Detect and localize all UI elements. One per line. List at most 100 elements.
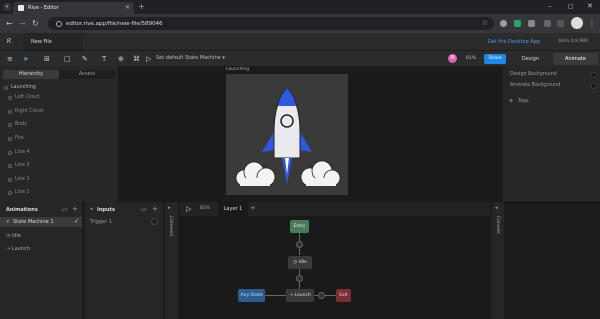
desktop-app-link[interactable]: Get the Desktop App <box>488 39 540 45</box>
state-machine-graph[interactable] <box>180 202 490 319</box>
extension-green-icon[interactable] <box>514 20 521 27</box>
expand-icon[interactable]: ◂ <box>495 205 498 211</box>
pen-tool-icon[interactable]: ✎ <box>82 55 88 63</box>
visibility-icon[interactable] <box>8 95 12 100</box>
file-tab[interactable]: New File <box>23 33 83 50</box>
transition-node-icon[interactable] <box>318 292 325 299</box>
listeners-label[interactable]: Listeners <box>168 216 173 236</box>
minimize-icon[interactable]: – <box>548 2 552 10</box>
play-icon[interactable]: ▷ <box>186 205 191 213</box>
visibility-icon[interactable] <box>8 163 12 168</box>
any-state-node[interactable]: Any State <box>238 289 265 302</box>
trigger-button[interactable] <box>151 218 158 225</box>
bones-icon[interactable]: ⌘ <box>133 55 140 63</box>
new-tab-button[interactable]: + <box>138 2 145 11</box>
hierarchy-item[interactable]: Line 1 <box>8 190 30 195</box>
menu-icon[interactable]: ≡ <box>7 55 13 63</box>
url-input[interactable]: editor.rive.app/file/new-file/589046 ☆ <box>48 17 494 30</box>
hierarchy-item[interactable]: Line 3 <box>8 163 30 168</box>
design-background-swatch[interactable] <box>591 72 597 78</box>
check-icon: ✓ <box>74 218 80 225</box>
animate-mode-button[interactable]: Animate <box>553 53 598 65</box>
close-tab-icon[interactable]: ✕ <box>125 4 130 11</box>
hierarchy-item[interactable]: Fire <box>8 136 24 141</box>
graph-toolbar: ▷ 82% Layer 1 + <box>180 202 490 216</box>
collapse-icon[interactable]: ◂ <box>90 206 93 212</box>
visibility-icon[interactable] <box>8 109 12 114</box>
entry-node[interactable]: Entry <box>290 220 309 233</box>
rive-file-tabs: ᖇ New File Get the Desktop App Beta 0.8.… <box>0 33 600 50</box>
menu-dots-icon[interactable]: ⋮ <box>588 18 596 27</box>
animations-panel: Animations ▭ + ⚡ State Machine 1 ✓ ◷ Idl… <box>0 202 82 319</box>
url-text: editor.rive.app/file/new-file/589046 <box>66 20 163 27</box>
transition-node-icon[interactable] <box>296 275 303 282</box>
visibility-icon[interactable] <box>8 136 12 141</box>
folder-icon[interactable]: ▭ <box>62 206 68 213</box>
profile-avatar[interactable] <box>571 17 583 29</box>
visibility-icon[interactable] <box>4 85 8 90</box>
sidebar-icon[interactable] <box>557 20 564 27</box>
zoom-level[interactable]: 81% <box>466 56 476 61</box>
hierarchy-item[interactable]: Body <box>8 122 27 127</box>
tab-search-icon[interactable]: ▾ <box>3 3 11 11</box>
share-button[interactable]: Share <box>484 54 506 64</box>
animation-item-selected[interactable]: ⚡ State Machine 1 ✓ <box>0 217 82 227</box>
animation-item[interactable]: ⇢ Launch <box>6 246 30 252</box>
console-label[interactable]: Console <box>495 216 500 234</box>
rive-logo-icon[interactable]: ᖇ <box>7 37 11 46</box>
extension-icon[interactable] <box>500 20 507 27</box>
frame-tool-icon[interactable]: ⊞ <box>44 55 50 63</box>
design-mode-button[interactable]: Design <box>508 53 553 65</box>
back-icon[interactable]: ← <box>6 19 13 28</box>
hierarchy-item[interactable]: Line 2 <box>8 177 30 182</box>
close-window-icon[interactable]: ✕ <box>587 2 593 10</box>
tags-add-icon[interactable]: ⊕ <box>509 99 513 104</box>
launch-node[interactable]: ⇢ Launch <box>286 289 314 302</box>
browser-tab[interactable]: Rive - Editor ✕ <box>13 2 134 14</box>
animate-background-swatch[interactable] <box>591 83 597 89</box>
visibility-icon[interactable] <box>8 190 12 195</box>
bookmark-star-icon[interactable]: ☆ <box>482 19 488 27</box>
exit-node[interactable]: Exit <box>336 289 351 302</box>
hierarchy-item[interactable]: Launching <box>4 85 36 90</box>
tab-assets[interactable]: Assets <box>59 70 115 79</box>
idle-node[interactable]: ◷ Idle <box>288 256 312 269</box>
add-icon[interactable]: ⊕ <box>118 55 124 63</box>
reload-icon[interactable]: ↻ <box>32 19 39 28</box>
artboard-label: Launching <box>226 67 250 72</box>
select-tool-icon[interactable]: ➤ <box>23 55 29 63</box>
animation-item[interactable]: ◷ Idle <box>6 233 21 239</box>
inputs-header: Inputs <box>97 207 115 213</box>
visibility-icon[interactable] <box>8 177 12 182</box>
graph-zoom[interactable]: 82% <box>200 206 210 211</box>
input-item[interactable]: Trigger 1 <box>90 219 112 225</box>
maximize-icon[interactable]: ▢ <box>568 3 574 10</box>
tab-hierarchy[interactable]: Hierarchy <box>3 70 59 79</box>
hierarchy-item[interactable]: Right Cloud <box>8 109 43 114</box>
transition-node-icon[interactable] <box>296 241 303 248</box>
browser-tab-title: Rive - Editor <box>28 5 59 11</box>
state-machine-select[interactable]: Set default State Machine ▾ <box>156 55 225 61</box>
text-tool-icon[interactable]: T <box>102 55 106 63</box>
panel-tabs: Hierarchy Assets <box>3 70 115 79</box>
extensions-puzzle-icon[interactable] <box>528 20 535 27</box>
add-animation-icon[interactable]: + <box>72 205 78 213</box>
rocket-illustration <box>235 87 341 187</box>
downloads-icon[interactable] <box>544 20 551 27</box>
layer-tab[interactable]: Layer 1 <box>218 202 248 216</box>
hierarchy-panel: Hierarchy Assets Launching Left Cloud Ri… <box>0 66 118 202</box>
add-layer-icon[interactable]: + <box>250 204 256 212</box>
play-state-icon[interactable]: ▷ <box>146 55 151 63</box>
folder-icon[interactable]: ▭ <box>141 206 147 213</box>
user-avatar[interactable]: M <box>448 54 457 63</box>
hierarchy-item[interactable]: Left Cloud <box>8 95 39 100</box>
hierarchy-item[interactable]: Line 4 <box>8 150 30 155</box>
artboard[interactable] <box>226 74 348 195</box>
visibility-icon[interactable] <box>8 122 12 127</box>
visibility-icon[interactable] <box>8 150 12 155</box>
site-info-icon[interactable] <box>56 20 62 27</box>
add-input-icon[interactable]: + <box>152 205 158 213</box>
forward-icon[interactable]: → <box>19 19 26 28</box>
shape-tool-icon[interactable]: □ <box>64 55 71 63</box>
expand-icon[interactable]: ▸ <box>168 205 171 211</box>
